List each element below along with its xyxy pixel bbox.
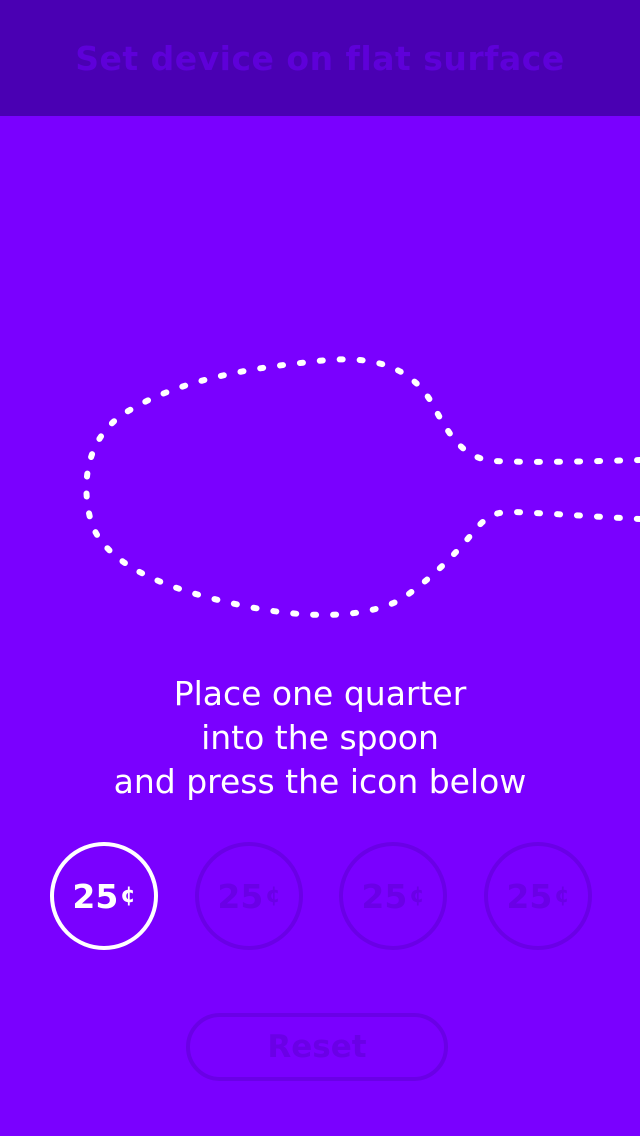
coin-amount: 25 (217, 876, 264, 916)
instruction-line-3: and press the icon below (113, 762, 527, 801)
cent-sign: ¢ (265, 882, 281, 908)
reset-button[interactable]: Reset (186, 1013, 448, 1081)
header-bar: Set device on flat surface (0, 0, 640, 116)
quarter-button-2[interactable]: 25 ¢ (195, 842, 303, 950)
cent-sign: ¢ (554, 882, 570, 908)
quarter-button-3[interactable]: 25 ¢ (339, 842, 447, 950)
instruction-line-2: into the spoon (201, 718, 439, 757)
quarter-button-1[interactable]: 25 ¢ (50, 842, 158, 950)
screen: Set device on flat surface Place one qua… (0, 0, 640, 1136)
header-title: Set device on flat surface (75, 38, 565, 78)
instruction-text: Place one quarter into the spoon and pre… (0, 672, 640, 804)
coin-amount: 25 (72, 876, 119, 916)
coin-selector: 25 ¢ 25 ¢ 25 ¢ 25 ¢ (0, 842, 640, 950)
spoon-outline-icon (83, 356, 640, 618)
instruction-line-1: Place one quarter (173, 674, 467, 713)
coin-amount: 25 (506, 876, 553, 916)
cent-sign: ¢ (409, 882, 425, 908)
coin-amount: 25 (361, 876, 408, 916)
cent-sign: ¢ (120, 882, 136, 908)
quarter-button-4[interactable]: 25 ¢ (484, 842, 592, 950)
